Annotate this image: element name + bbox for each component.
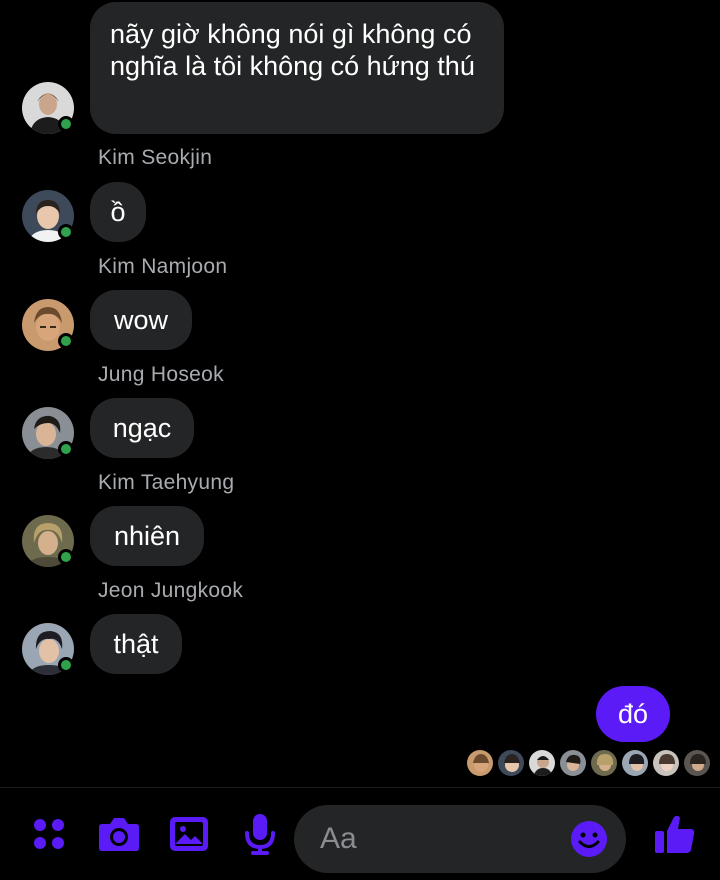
- message-input-box[interactable]: [294, 805, 626, 873]
- gallery-icon: [170, 817, 208, 851]
- message-input[interactable]: [320, 815, 550, 863]
- message-bubble[interactable]: ồ: [90, 182, 146, 242]
- message-bubble[interactable]: nhiên: [90, 506, 204, 566]
- avatar[interactable]: [22, 515, 74, 567]
- online-status-icon: [58, 657, 74, 673]
- read-receipt-avatar: [528, 749, 556, 777]
- microphone-icon: [245, 814, 275, 855]
- read-receipt-avatar: [683, 749, 711, 777]
- apps-button[interactable]: [28, 788, 70, 880]
- read-receipt-avatar: [590, 749, 618, 777]
- apps-icon: [34, 819, 64, 849]
- read-receipt-avatar: [497, 749, 525, 777]
- sender-name: Jeon Jungkook: [98, 579, 244, 602]
- message-list: nãy giờ không nói gì không có nghĩa là t…: [0, 0, 720, 786]
- read-receipt-avatar: [621, 749, 649, 777]
- own-message-bubble[interactable]: đó: [596, 686, 670, 742]
- online-status-icon: [58, 224, 74, 240]
- message-bubble[interactable]: ngạc: [90, 398, 194, 458]
- gallery-button[interactable]: [167, 788, 211, 880]
- sender-name: Kim Seokjin: [98, 146, 213, 169]
- avatar[interactable]: [22, 82, 74, 134]
- avatar[interactable]: [22, 623, 74, 675]
- avatar[interactable]: [22, 190, 74, 242]
- message-bubble[interactable]: thật: [90, 614, 182, 674]
- sender-name: Kim Namjoon: [98, 255, 228, 278]
- online-status-icon: [58, 333, 74, 349]
- online-status-icon: [58, 116, 74, 132]
- voice-button[interactable]: [240, 788, 280, 880]
- online-status-icon: [58, 549, 74, 565]
- camera-icon: [99, 818, 139, 851]
- sender-name: Jung Hoseok: [98, 363, 224, 386]
- sender-name: Kim Taehyung: [98, 471, 235, 494]
- read-receipt-avatar: [652, 749, 680, 777]
- camera-button[interactable]: [96, 788, 142, 880]
- avatar[interactable]: [22, 407, 74, 459]
- read-receipt-avatar: [466, 749, 494, 777]
- read-receipt-avatar: [559, 749, 587, 777]
- message-bubble[interactable]: nãy giờ không nói gì không có nghĩa là t…: [90, 2, 504, 134]
- avatar[interactable]: [22, 299, 74, 351]
- online-status-icon: [58, 441, 74, 457]
- message-bubble[interactable]: wow: [90, 290, 192, 350]
- like-button[interactable]: [652, 788, 698, 880]
- message-composer: [0, 788, 720, 880]
- thumbs-up-icon: [655, 815, 695, 853]
- emoji-icon[interactable]: [570, 820, 608, 858]
